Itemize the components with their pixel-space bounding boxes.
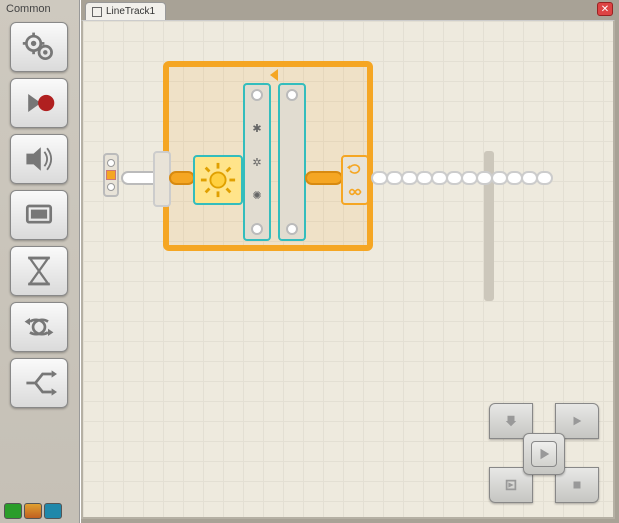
asterisk-icon: ✱ <box>252 122 261 135</box>
start-plug-icon <box>106 170 116 180</box>
beam-plug <box>251 223 263 235</box>
workspace: LineTrack1 ✕ ✱ 1 <box>80 0 619 523</box>
program-tab[interactable]: LineTrack1 <box>85 2 166 20</box>
palette-complete-tab[interactable] <box>24 503 42 519</box>
canvas[interactable]: ✱ 1 ⚙ ≡ ✱ ✲ ✺ <box>81 20 615 519</box>
download-icon <box>504 414 518 428</box>
data-plug <box>107 159 115 167</box>
gears-icon <box>21 29 57 65</box>
hourglass-icon <box>21 253 57 289</box>
app-root: Common <box>0 0 619 523</box>
beam-plug <box>286 89 298 101</box>
switch-branch-true[interactable]: ✱ ✲ ✺ <box>243 83 271 241</box>
beam-segment <box>169 171 195 185</box>
stop-icon <box>570 478 584 492</box>
infinity-icon <box>347 184 363 200</box>
display-block-button[interactable] <box>10 190 68 240</box>
record-play-block-button[interactable] <box>10 78 68 128</box>
beam-tail <box>373 171 553 185</box>
close-icon: ✕ <box>601 4 609 15</box>
program-tab-icon <box>92 7 102 17</box>
palette-custom-tab[interactable] <box>44 503 62 519</box>
screen-icon <box>21 197 57 233</box>
light-sensor-block[interactable] <box>193 155 243 205</box>
palette <box>0 18 79 412</box>
palette-common-tab[interactable] <box>4 503 22 519</box>
sequence-start[interactable] <box>103 153 119 197</box>
gear-small-icon: ✺ <box>252 189 261 202</box>
switch-block-button[interactable] <box>10 358 68 408</box>
close-tab-button[interactable]: ✕ <box>597 2 613 16</box>
beam-plug <box>286 223 298 235</box>
sound-block-button[interactable] <box>10 134 68 184</box>
nxt-controller <box>489 403 599 503</box>
sun-icon <box>199 161 237 199</box>
record-icon <box>21 85 57 121</box>
loop-block-button[interactable] <box>10 302 68 352</box>
loop-arrows-icon <box>347 161 363 177</box>
play-icon <box>537 447 551 461</box>
loop-end-block[interactable] <box>341 155 369 205</box>
run-button[interactable] <box>523 433 565 475</box>
beam-segment <box>305 171 343 185</box>
loop-icon <box>21 309 57 345</box>
tab-bar: LineTrack1 ✕ <box>81 0 619 20</box>
palette-tabs <box>0 499 79 523</box>
beam-plug <box>251 89 263 101</box>
switch-icon <box>21 365 57 401</box>
download-chip-icon <box>504 478 518 492</box>
wait-block-button[interactable] <box>10 246 68 296</box>
move-block-button[interactable] <box>10 22 68 72</box>
switch-branch-false[interactable] <box>278 83 306 241</box>
asterisk-icon: ✲ <box>252 156 261 169</box>
play-select-icon <box>570 414 584 428</box>
data-plug <box>107 183 115 191</box>
sidebar: Common <box>0 0 80 523</box>
sidebar-header: Common <box>0 0 79 18</box>
speaker-icon <box>21 141 57 177</box>
program-tab-label: LineTrack1 <box>106 6 155 17</box>
